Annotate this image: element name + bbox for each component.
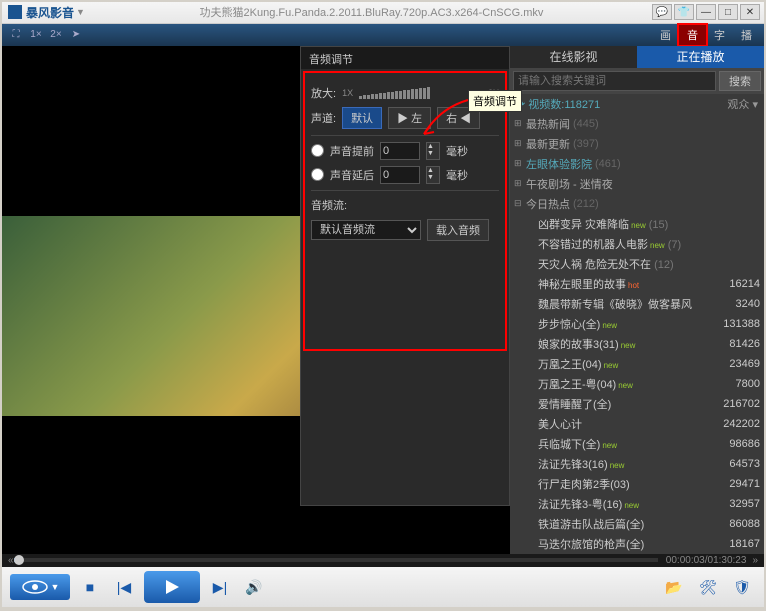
maximize-button[interactable]: □ [718, 4, 738, 20]
zoom-min: 1X [342, 88, 353, 98]
channel-label: 声道: [311, 110, 336, 126]
list-item[interactable]: 行尸走肉第2季(03)29471 [510, 474, 764, 494]
list-item[interactable]: 不容错过的机器人电影new(7) [510, 234, 764, 254]
list-item[interactable]: 万凰之王(04)new23469 [510, 354, 764, 374]
list-item[interactable]: 凶群变异 灾难降临new(15) [510, 214, 764, 234]
window-title: 功夫熊猫2Kung.Fu.Panda.2.2011.BluRay.720p.AC… [91, 4, 652, 20]
list-item[interactable]: 爱情睡醒了(全)216702 [510, 394, 764, 414]
load-audio-button[interactable]: 载入音频 [427, 219, 489, 241]
tools-button[interactable]: 🛠 [694, 575, 722, 599]
zoom-label: 放大: [311, 85, 336, 101]
play-button[interactable] [144, 571, 200, 603]
video-count: ⟳ 视频数:118271 [516, 96, 600, 112]
logo-icon [8, 5, 22, 19]
dropdown-icon[interactable]: ▼ [76, 7, 85, 17]
tab-now-playing[interactable]: 正在播放 [637, 46, 764, 68]
progress-handle[interactable] [14, 555, 24, 565]
speed-2x-icon[interactable]: 2× [46, 26, 66, 44]
advance-label: 声音提前 [330, 143, 374, 159]
shield-button[interactable]: 🛡 [728, 575, 756, 599]
next-button[interactable]: ▶| [206, 575, 234, 599]
eye-icon [21, 579, 49, 595]
list-item[interactable]: 魏晨带新专辑《破晓》做客暴风3240 [510, 294, 764, 314]
delay-label: 声音延后 [330, 167, 374, 183]
tab-online-video[interactable]: 在线影视 [510, 46, 637, 68]
list-item[interactable]: 天灾人祸 危险无处不在(12) [510, 254, 764, 274]
channel-default[interactable]: 默认 [342, 107, 382, 129]
eye-mode-button[interactable]: ▼ [10, 574, 70, 600]
list-item[interactable]: 法证先锋3-粤(16)new32957 [510, 494, 764, 514]
search-input[interactable] [513, 71, 716, 91]
shirt-button[interactable]: 👕 [674, 4, 694, 20]
play-icon [163, 578, 181, 596]
list-item[interactable]: 美人心计242202 [510, 414, 764, 434]
list-item[interactable]: 兵临城下(全)new98686 [510, 434, 764, 454]
list-item[interactable]: 神秘左眼里的故事hot16214 [510, 274, 764, 294]
audio-panel: 音频调节 放大: 1X 2X 声道: 默认 ▶ 左 右 ◀ 声音提前 [300, 46, 510, 506]
list-item[interactable]: 万凰之王-粤(04)new7800 [510, 374, 764, 394]
tab-subtitle[interactable]: 字 [706, 25, 733, 45]
pin-icon[interactable]: ➤ [66, 26, 86, 44]
list-item[interactable]: 马迭尔旅馆的枪声(全)18167 [510, 534, 764, 554]
list-item[interactable]: 铁道游击队战后篇(全)86088 [510, 514, 764, 534]
tooltip: 音频调节 [468, 90, 522, 112]
tab-picture[interactable]: 画 [652, 25, 679, 45]
advance-input[interactable] [380, 142, 420, 160]
unit-ms2: 毫秒 [446, 167, 468, 183]
list-item[interactable]: 娘家的故事3(31)new81426 [510, 334, 764, 354]
category-item[interactable]: ⊟今日热点(212) [510, 194, 764, 214]
progress-track[interactable] [14, 558, 658, 562]
category-item[interactable]: ⊞午夜剧场 - 迷情夜 [510, 174, 764, 194]
stop-button[interactable]: ■ [76, 575, 104, 599]
tab-play[interactable]: 播 [733, 25, 760, 45]
category-item[interactable]: ⊞左眼体验影院(461) [510, 154, 764, 174]
list-item[interactable]: 法证先锋3(16)new64573 [510, 454, 764, 474]
delay-radio[interactable] [311, 168, 324, 181]
tab-audio[interactable]: 音 [679, 25, 706, 45]
open-button[interactable]: 📂 [660, 575, 688, 599]
list-item[interactable]: 步步惊心(全)new131388 [510, 314, 764, 334]
advance-spinner[interactable]: ▲▼ [426, 142, 440, 160]
advance-radio[interactable] [311, 144, 324, 157]
stream-label: 音频流: [311, 197, 347, 213]
chevron-down-icon: ▼ [51, 582, 60, 592]
minimize-button[interactable]: — [696, 4, 716, 20]
app-name: 暴风影音 [26, 4, 74, 21]
volume-button[interactable]: 🔊 [240, 575, 268, 599]
time-display: 00:00:03/01:30:23 [666, 555, 747, 566]
speed-1x-icon[interactable]: 1× [26, 26, 46, 44]
prev-button[interactable]: |◀ [110, 575, 138, 599]
video-list[interactable]: ⊞最热新闻(445)⊞最新更新(397)⊞左眼体验影院(461)⊞午夜剧场 - … [510, 114, 764, 554]
audience-toggle[interactable]: 观众 ▾ [727, 96, 758, 112]
fullscreen-icon[interactable]: ⛶ [6, 26, 26, 44]
annotation-arrow [420, 98, 470, 138]
app-logo[interactable]: 暴风影音 ▼ [2, 4, 91, 21]
delay-input[interactable] [380, 166, 420, 184]
unit-ms: 毫秒 [446, 143, 468, 159]
close-button[interactable]: ✕ [740, 4, 760, 20]
comment-button[interactable]: 💬 [652, 4, 672, 20]
next-chapter-icon[interactable]: » [752, 555, 758, 566]
category-item[interactable]: ⊞最热新闻(445) [510, 114, 764, 134]
category-item[interactable]: ⊞最新更新(397) [510, 134, 764, 154]
search-button[interactable]: 搜索 [719, 71, 761, 91]
delay-spinner[interactable]: ▲▼ [426, 166, 440, 184]
panel-title: 音频调节 [301, 47, 509, 69]
stream-select[interactable]: 默认音频流 [311, 220, 421, 240]
